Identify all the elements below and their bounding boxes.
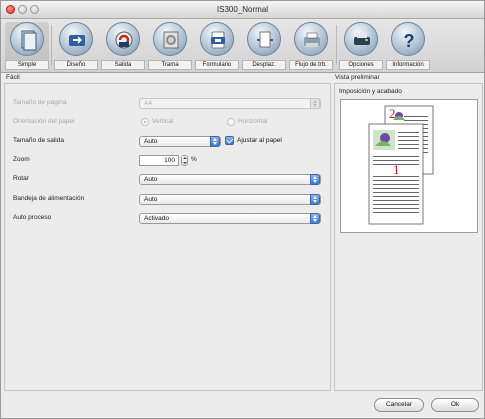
select-arrows-icon xyxy=(310,213,320,224)
tab-options[interactable]: Opciones xyxy=(339,22,383,70)
orientation-row: Orientación del papel Vertical Horizonta… xyxy=(13,118,268,126)
form-icon xyxy=(200,22,234,56)
toolbar-separator xyxy=(336,25,337,65)
tab-shift[interactable]: Desplaz. xyxy=(242,22,286,70)
paper-tray-select[interactable]: Auto xyxy=(139,194,321,205)
left-panel-heading: Fácil xyxy=(6,74,20,81)
fit-to-paper-label: Ajustar al papel xyxy=(237,137,282,144)
preview-page-number-front: 1 xyxy=(393,162,400,177)
right-panel-heading: Vista preliminar xyxy=(335,74,380,81)
help-icon: ? xyxy=(391,22,425,56)
select-arrows-icon xyxy=(310,98,320,109)
orientation-horizontal-radio[interactable] xyxy=(227,118,235,126)
tab-workflow[interactable]: Flujo de trb. xyxy=(289,22,333,70)
settings-panel: Tamaño de página A4 Orientación del pape… xyxy=(4,83,331,391)
tab-form[interactable]: Formulario xyxy=(195,22,239,70)
preview-page-number-back: 2 xyxy=(389,106,396,121)
pages-preview-illustration: 2 1 xyxy=(368,105,434,225)
select-arrows-icon xyxy=(310,174,320,185)
tab-output[interactable]: Salida xyxy=(101,22,145,70)
fit-to-paper-checkbox[interactable] xyxy=(225,136,234,145)
layout-icon xyxy=(59,22,93,56)
zoom-input[interactable]: 100 xyxy=(139,155,179,166)
zoom-stepper[interactable] xyxy=(181,155,188,166)
auto-process-row: Auto proceso Activado xyxy=(13,213,323,225)
screen-pattern-icon xyxy=(153,22,187,56)
workflow-icon xyxy=(294,22,328,56)
preview-panel: Imposición y acabado 2 1 xyxy=(334,83,483,391)
output-size-select[interactable]: Auto xyxy=(139,136,221,147)
print-settings-window: IS300_Normal Simple Diseño Salida Trama … xyxy=(0,0,485,419)
ok-button[interactable]: Ok xyxy=(431,398,479,412)
auto-process-select[interactable]: Activado xyxy=(139,213,321,224)
svg-text:?: ? xyxy=(404,31,415,51)
select-arrows-icon xyxy=(310,194,320,205)
orientation-vertical-radio[interactable] xyxy=(141,118,149,126)
imposition-title: Imposición y acabado xyxy=(339,88,402,95)
cancel-button[interactable]: Cancelar xyxy=(374,398,424,412)
title-bar: IS300_Normal xyxy=(1,1,484,19)
window-title: IS300_Normal xyxy=(216,5,269,14)
page-size-row: Tamaño de página A4 xyxy=(13,98,323,110)
page-size-select[interactable]: A4 xyxy=(139,98,321,109)
toolbar-separator xyxy=(51,25,52,65)
output-size-row: Tamaño de salida Auto Ajustar al papel xyxy=(13,136,282,147)
page-preview: 2 1 xyxy=(340,99,478,233)
zoom-unit: % xyxy=(191,156,197,163)
tab-toolbar: Simple Diseño Salida Trama Formulario De… xyxy=(1,19,484,73)
tab-layout[interactable]: Diseño xyxy=(54,22,98,70)
orientation-vertical-label: Vertical xyxy=(152,118,174,125)
printer-options-icon xyxy=(344,22,378,56)
output-icon xyxy=(106,22,140,56)
tab-information[interactable]: ? Información xyxy=(386,22,430,70)
tab-simple[interactable]: Simple xyxy=(5,22,49,70)
shift-icon xyxy=(247,22,281,56)
simple-page-icon xyxy=(10,22,44,56)
orientation-horizontal-label: Horizontal xyxy=(238,118,268,125)
select-arrows-icon xyxy=(210,136,220,147)
rotate-row: Rotar Auto xyxy=(13,174,323,186)
paper-tray-row: Bandeja de alimentación Auto xyxy=(13,194,323,206)
tab-screen[interactable]: Trama xyxy=(148,22,192,70)
zoom-row: Zoom 100 % xyxy=(13,155,197,166)
rotate-select[interactable]: Auto xyxy=(139,174,321,185)
